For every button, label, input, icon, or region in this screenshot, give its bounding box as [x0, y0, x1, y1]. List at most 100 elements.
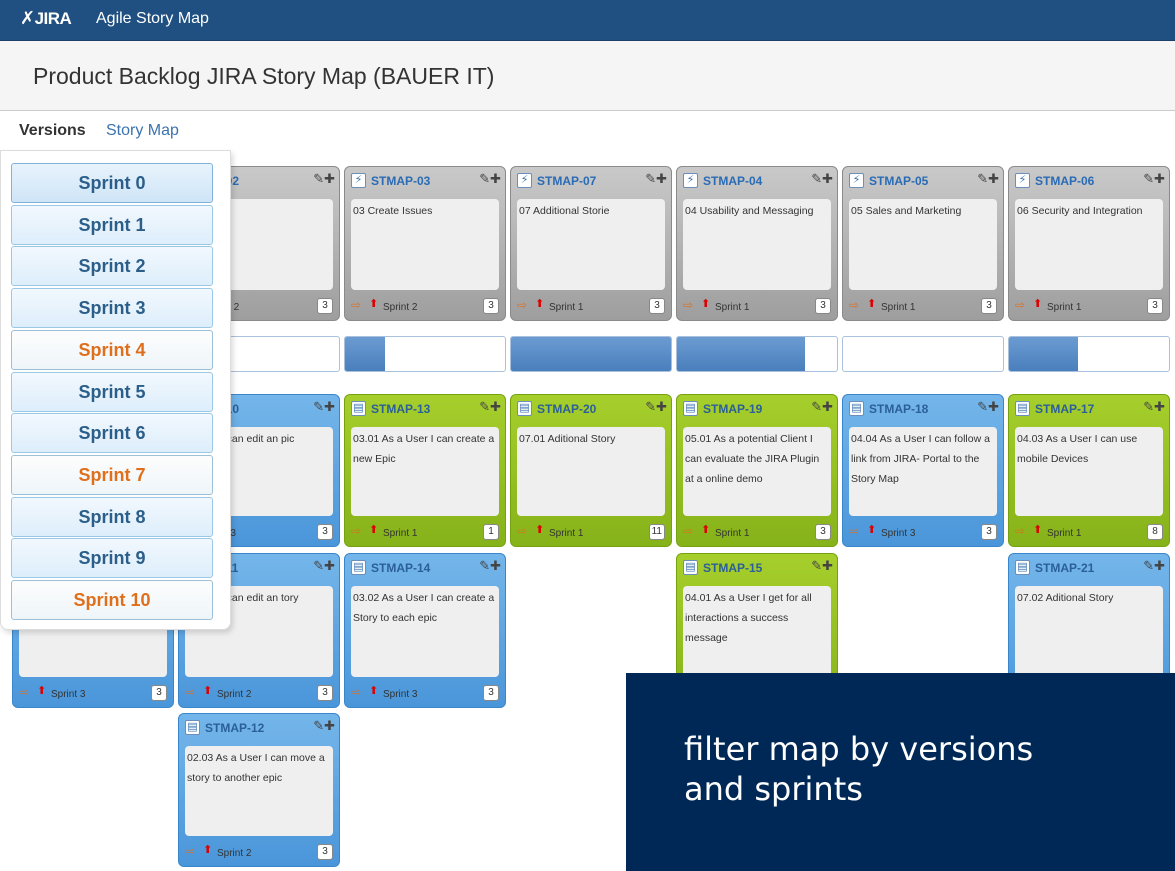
caption-text: filter map by versions and sprints [684, 730, 1034, 808]
card-footer: ⇨ ⬆ Sprint 2 3 [351, 298, 501, 316]
issue-key[interactable]: STMAP-12 [205, 721, 264, 735]
version-option[interactable]: Sprint 2 [11, 246, 213, 287]
story-icon: ▤ [849, 401, 864, 416]
sprint-label: Sprint 1 [881, 302, 916, 313]
edit-icon[interactable]: ✎✚ [1143, 558, 1165, 574]
edit-icon[interactable]: ✎✚ [313, 171, 335, 187]
story-card[interactable]: ⚡ STMAP-04 ✎✚ 04 Usability and Messaging ⇨ ⬆ S… [676, 166, 838, 321]
version-option[interactable]: Sprint 6 [11, 413, 213, 454]
story-card[interactable]: ⚡ STMAP-06 ✎✚ 06 Security and Integration ⇨ ⬆… [1008, 166, 1170, 321]
progress-fill [677, 337, 805, 371]
tab-versions[interactable]: Versions [19, 122, 86, 140]
card-footer: ⇨ ⬆ Sprint 1 3 [683, 298, 833, 316]
version-option[interactable]: Sprint 7 [11, 454, 213, 495]
card-footer: ⇨ ⬆ Sprint 2 3 [185, 844, 335, 862]
edit-icon[interactable]: ✎✚ [811, 399, 833, 415]
issue-key[interactable]: STMAP-04 [703, 174, 762, 188]
card-footer: ⇨ ⬆ Sprint 3 3 [19, 685, 169, 703]
sprint-label: Sprint 1 [549, 528, 584, 539]
edit-icon[interactable]: ✎✚ [1143, 171, 1165, 187]
issue-key[interactable]: STMAP-19 [703, 402, 762, 416]
priority-icon: ⬆ [1033, 298, 1043, 310]
edit-icon[interactable]: ✎✚ [645, 399, 667, 415]
story-card[interactable]: ▤ STMAP-14 ✎✚ 03.02 As a User I can create … [344, 553, 506, 708]
edit-icon[interactable]: ✎✚ [479, 399, 501, 415]
card-header: ▤ STMAP-20 ✎✚ [515, 399, 669, 419]
card-footer: ⇨ ⬆ Sprint 3 3 [351, 685, 501, 703]
edit-icon[interactable]: ✎✚ [977, 399, 999, 415]
priority-icon: ⬆ [535, 524, 545, 536]
issue-summary: 03.01 As a User I can create a new Epic [351, 427, 499, 516]
issue-key[interactable]: STMAP-21 [1035, 561, 1094, 575]
version-option[interactable]: Sprint 10 [11, 580, 213, 620]
version-option[interactable]: Sprint 9 [11, 538, 213, 579]
story-icon: ▤ [683, 401, 698, 416]
edit-icon[interactable]: ✎✚ [1143, 399, 1165, 415]
story-card[interactable]: ▤ STMAP-13 ✎✚ 03.01 As a User I can create … [344, 394, 506, 547]
edit-icon[interactable]: ✎✚ [479, 171, 501, 187]
edit-icon[interactable]: ✎✚ [811, 558, 833, 574]
edit-icon[interactable]: ✎✚ [313, 718, 335, 734]
issue-summary: 04 Usability and Messaging [683, 199, 831, 290]
count-badge: 3 [815, 298, 831, 314]
story-card[interactable]: ▤ STMAP-12 ✎✚ 02.03 As a User I can move a … [178, 713, 340, 867]
version-option[interactable]: Sprint 3 [11, 288, 213, 329]
issue-summary: 03.02 As a User I can create a Story to … [351, 586, 499, 677]
card-header: ▤ STMAP-17 ✎✚ [1013, 399, 1167, 419]
version-option[interactable]: Sprint 4 [11, 329, 213, 370]
story-card[interactable]: ▤ STMAP-17 ✎✚ 04.03 As a User I can use mob… [1008, 394, 1170, 547]
version-option[interactable]: Sprint 8 [11, 496, 213, 537]
edit-icon[interactable]: ✎✚ [645, 171, 667, 187]
issue-type-icon: ⇨ [1015, 298, 1026, 312]
issue-key[interactable]: STMAP-06 [1035, 174, 1094, 188]
version-option[interactable]: Sprint 0 [11, 163, 213, 203]
jira-logo[interactable]: ✗JIRA [20, 8, 72, 29]
issue-key[interactable]: STMAP-17 [1035, 402, 1094, 416]
story-card[interactable]: ▤ STMAP-19 ✎✚ 05.01 As a potential Client I… [676, 394, 838, 547]
edit-icon[interactable]: ✎✚ [313, 399, 335, 415]
sprint-label: Sprint 3 [51, 689, 86, 700]
edit-icon[interactable]: ✎✚ [313, 558, 335, 574]
issue-key[interactable]: STMAP-05 [869, 174, 928, 188]
issue-key[interactable]: STMAP-07 [537, 174, 596, 188]
issue-summary: 03 Create Issues [351, 199, 499, 290]
edit-icon[interactable]: ✎✚ [479, 558, 501, 574]
issue-type-icon: ⇨ [683, 524, 694, 538]
view-tabs: Versions Story Map [0, 112, 1175, 150]
version-option[interactable]: Sprint 5 [11, 371, 213, 412]
version-option[interactable]: Sprint 1 [11, 204, 213, 245]
progress-bar [510, 336, 672, 372]
count-badge: 3 [649, 298, 665, 314]
story-card[interactable]: ⚡ STMAP-03 ✎✚ 03 Create Issues ⇨ ⬆ Sprint 2 3 [344, 166, 506, 321]
issue-type-icon: ⇨ [517, 524, 528, 538]
story-card[interactable]: ⚡ STMAP-07 ✎✚ 07 Additional Storie ⇨ ⬆ Sprint … [510, 166, 672, 321]
app-title[interactable]: Agile Story Map [96, 10, 209, 28]
sprint-label: Sprint 1 [715, 302, 750, 313]
sprint-label: Sprint 1 [1047, 528, 1082, 539]
issue-key[interactable]: STMAP-13 [371, 402, 430, 416]
story-card[interactable]: ▤ STMAP-20 ✎✚ 07.01 Aditional Story ⇨ ⬆ Sprint… [510, 394, 672, 547]
priority-icon: ⬆ [37, 685, 47, 697]
tab-story-map[interactable]: Story Map [106, 122, 179, 140]
issue-summary: 07 Additional Storie [517, 199, 665, 290]
issue-key[interactable]: STMAP-15 [703, 561, 762, 575]
edit-icon[interactable]: ✎✚ [977, 171, 999, 187]
card-header: ⚡ STMAP-04 ✎✚ [681, 171, 835, 191]
issue-type-icon: ⇨ [849, 524, 860, 538]
progress-bar [842, 336, 1004, 372]
priority-icon: ⬆ [701, 298, 711, 310]
story-card[interactable]: ▤ STMAP-18 ✎✚ 04.04 As a User I can follow … [842, 394, 1004, 547]
epic-icon: ⚡ [849, 173, 864, 188]
count-badge: 3 [317, 298, 333, 314]
page-header: Product Backlog JIRA Story Map (BAUER IT… [0, 41, 1175, 111]
issue-key[interactable]: STMAP-03 [371, 174, 430, 188]
story-card[interactable]: ⚡ STMAP-05 ✎✚ 05 Sales and Marketing ⇨ ⬆ Sprin… [842, 166, 1004, 321]
card-footer: ⇨ ⬆ Sprint 1 1 [351, 524, 501, 542]
priority-icon: ⬆ [535, 298, 545, 310]
issue-summary: 05.01 As a potential Client I can evalua… [683, 427, 831, 516]
edit-icon[interactable]: ✎✚ [811, 171, 833, 187]
issue-key[interactable]: STMAP-14 [371, 561, 430, 575]
story-icon: ▤ [683, 560, 698, 575]
issue-key[interactable]: STMAP-18 [869, 402, 928, 416]
issue-key[interactable]: STMAP-20 [537, 402, 596, 416]
